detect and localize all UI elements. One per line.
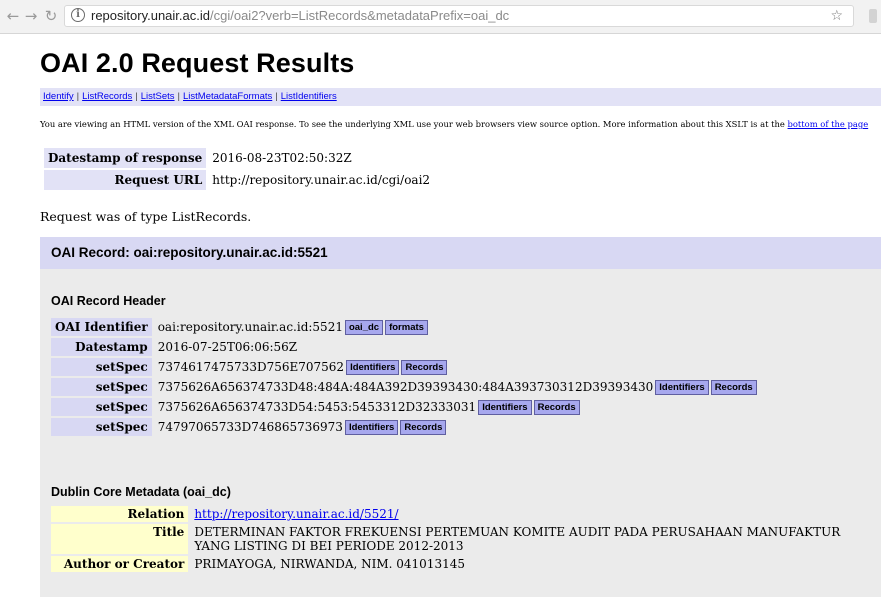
record-header-title: OAI Record Header	[51, 294, 166, 308]
records-button[interactable]: Records	[533, 399, 580, 415]
page-title: OAI 2.0 Request Results	[40, 48, 355, 78]
record-heading: OAI Record: oai:repository.unair.ac.id:5…	[40, 237, 881, 269]
dublin-core-table: Relation http://repository.unair.ac.id/5…	[49, 504, 881, 574]
datestamp-label: Datestamp	[51, 338, 152, 356]
request-url-value: http://repository.unair.ac.id/cgi/oai2	[212, 173, 431, 187]
setspec-label: setSpec	[51, 358, 152, 376]
quicklinks-bar: Identify | ListRecords | ListSets | ListMetada…	[40, 88, 881, 106]
intro-link[interactable]: bottom of the page	[788, 119, 869, 129]
relation-label: Relation	[51, 506, 189, 522]
identifiers-button[interactable]: Identifiers	[478, 399, 532, 415]
dublin-core-title: Dublin Core Metadata (oai_dc)	[51, 485, 231, 499]
url-path: /cgi/oai2?verb=ListRecords&metadataPrefi…	[210, 8, 510, 23]
link-identify[interactable]: Identify	[43, 91, 74, 102]
table-row: Datestamp of response 2016-08-23T02:50:3…	[44, 148, 434, 168]
identifier-label: OAI Identifier	[51, 318, 152, 336]
identifier-value: oai:repository.unair.ac.id:5521	[157, 319, 343, 334]
identifiers-button[interactable]: Identifiers	[655, 379, 709, 395]
request-type-text: Request was of type ListRecords.	[40, 209, 252, 224]
link-separator: |	[275, 91, 278, 102]
records-button[interactable]: Records	[710, 379, 757, 395]
site-info-icon[interactable]: i	[71, 8, 85, 22]
table-row: OAI Identifier oai:repository.unair.ac.i…	[51, 318, 761, 336]
intro-paragraph: You are viewing an HTML version of the X…	[40, 119, 868, 129]
table-row: Author or Creator PRIMAYOGA, NIRWANDA, N…	[51, 556, 879, 572]
setspec-label: setSpec	[51, 378, 152, 396]
url-host: repository.unair.ac.id	[91, 8, 210, 23]
bookmark-star-icon[interactable]: ☆	[830, 6, 843, 26]
table-row: setSpec 7375626A656374733D54:5453:545331…	[51, 398, 761, 416]
setspec-value: 74797065733D746865736973	[157, 419, 343, 434]
datestamp-value: 2016-08-23T02:50:32Z	[212, 151, 352, 165]
datestamp-value: 2016-07-25T06:06:56Z	[157, 340, 298, 354]
datestamp-label: Datestamp of response	[44, 148, 207, 168]
forward-arrow-icon[interactable]: →	[22, 7, 40, 25]
table-row: Relation http://repository.unair.ac.id/5…	[51, 506, 879, 522]
records-button[interactable]: Records	[400, 419, 447, 435]
setspec-value: 7375626A656374733D54:5453:5453312D323330…	[157, 399, 477, 414]
request-url-label: Request URL	[44, 170, 207, 190]
response-info-table: Datestamp of response 2016-08-23T02:50:3…	[42, 146, 436, 192]
record-header-table: OAI Identifier oai:repository.unair.ac.i…	[49, 316, 763, 438]
link-listsets[interactable]: ListSets	[141, 91, 175, 102]
creator-label: Author or Creator	[51, 556, 189, 572]
back-arrow-icon[interactable]: ←	[4, 7, 22, 25]
setspec-label: setSpec	[51, 418, 152, 436]
records-button[interactable]: Records	[401, 359, 448, 375]
table-row: setSpec 7374617475733D756E707562 Identifi…	[51, 358, 761, 376]
link-listidentifiers[interactable]: ListIdentifiers	[281, 91, 337, 102]
table-row: setSpec 74797065733D746865736973 Identifi…	[51, 418, 761, 436]
link-separator: |	[135, 91, 138, 102]
link-separator: |	[76, 91, 80, 102]
link-separator: |	[177, 91, 181, 102]
identifiers-button[interactable]: Identifiers	[344, 419, 399, 435]
link-listmetadataformats[interactable]: ListMetadataFormats	[183, 91, 272, 102]
address-bar[interactable]: i repository.unair.ac.id/cgi/oai2?verb=L…	[64, 5, 854, 27]
creator-value: PRIMAYOGA, NIRWANDA, NIM. 041013145	[194, 557, 465, 571]
extension-icon[interactable]	[869, 9, 877, 23]
title-label: Title	[51, 524, 189, 554]
relation-link[interactable]: http://repository.unair.ac.id/5521/	[194, 507, 398, 521]
setspec-label: setSpec	[51, 398, 152, 416]
identifiers-button[interactable]: Identifiers	[346, 359, 400, 375]
title-value: DETERMINAN FAKTOR FREKUENSI PERTEMUAN KO…	[194, 525, 841, 553]
reload-icon[interactable]: ↻	[42, 7, 60, 25]
setspec-value: 7375626A656374733D48:484A:484A392D393934…	[157, 379, 654, 394]
link-listrecords[interactable]: ListRecords	[82, 91, 132, 102]
browser-toolbar: ← → ↻ i repository.unair.ac.id/cgi/oai2?…	[0, 0, 881, 34]
oai-dc-button[interactable]: oai_dc	[344, 319, 384, 335]
table-row: Title DETERMINAN FAKTOR FREKUENSI PERTEM…	[51, 524, 879, 554]
table-row: setSpec 7375626A656374733D48:484A:484A39…	[51, 378, 761, 396]
formats-button[interactable]: formats	[385, 319, 428, 335]
table-row: Request URL http://repository.unair.ac.i…	[44, 170, 434, 190]
intro-text: You are viewing an HTML version of the X…	[40, 119, 788, 129]
setspec-value: 7374617475733D756E707562	[157, 359, 345, 374]
table-row: Datestamp 2016-07-25T06:06:56Z	[51, 338, 761, 356]
